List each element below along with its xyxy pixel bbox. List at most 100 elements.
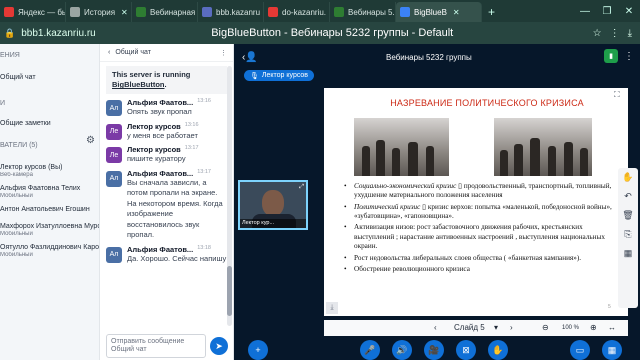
message-text: Вы сначала зависли, а потом пропали на э… <box>127 177 223 240</box>
close-tab-icon[interactable]: ✕ <box>121 8 128 17</box>
presentation-toggle-button[interactable]: ▭ <box>570 340 590 360</box>
chat-message: Ле Лектор курсов 13:17 пишите куратору <box>106 145 227 165</box>
browser-tab[interactable]: bbb.kazanru✕ <box>198 2 264 22</box>
avatar: Ле <box>106 147 122 164</box>
bullet-emphasis: Политический кризис <box>354 202 421 211</box>
message-time: 13:16 <box>197 98 211 105</box>
layout-icon: ▦ <box>607 344 617 355</box>
tab-label: Вебинары 5. <box>348 7 395 17</box>
minimize-icon[interactable]: — <box>574 0 596 22</box>
dropdown-icon[interactable]: ▾ <box>494 323 498 332</box>
url-field[interactable]: bbb1.kazanriu.ru <box>21 28 171 39</box>
actions-plus-button[interactable]: + <box>248 340 268 360</box>
chat-title: Общий чат <box>115 49 151 56</box>
message-time: 13:17 <box>184 145 199 152</box>
message-author: Альфия Фаатов... <box>127 244 194 254</box>
extensions-icon[interactable]: ⋮ <box>610 28 620 39</box>
scroll-thumb[interactable] <box>227 266 232 316</box>
chat-message-input[interactable]: Отправить сообщение Общий чат <box>106 334 206 358</box>
favicon-icon <box>136 7 146 17</box>
notes-header: И <box>0 100 6 107</box>
lock-icon[interactable]: 🔒 <box>4 28 15 39</box>
new-tab-button[interactable]: + <box>482 2 501 22</box>
maximize-icon[interactable]: ❐ <box>596 0 618 22</box>
layout-button[interactable]: ▦ <box>602 340 622 360</box>
chat-message: Ал Альфия Фаатов... 13:18 Да. Хорошо. Сейча… <box>106 245 227 265</box>
slide-bullet: • Рост недовольства либеральных слоев общ… <box>344 253 582 262</box>
message-author: Альфия Фаатов... <box>127 168 194 178</box>
connection-status-icon[interactable]: ▮ <box>604 49 618 63</box>
browser-tab[interactable]: История ✕ <box>66 2 132 22</box>
tab-label: Яндекс — бь <box>18 7 66 17</box>
audio-button[interactable]: 🔊 <box>392 340 412 360</box>
shared-notes-item[interactable]: Общие заметки <box>0 117 99 130</box>
zoom-out-icon[interactable]: ⊖ <box>542 323 549 332</box>
hand-icon: ✋ <box>492 344 504 355</box>
talking-indicator[interactable]: 🎙 Лектор курсов <box>244 70 315 81</box>
zoom-in-icon[interactable]: ⊕ <box>590 323 597 332</box>
screenshare-button[interactable]: ⊠ <box>456 340 476 360</box>
action-bar: + 🎤 🔊 🎥 ⊠ ✋ ▭ ▦ <box>234 336 640 360</box>
chat-header: ‹ Общий чат ⋮ <box>100 44 233 62</box>
address-bar: 🔒 bbb1.kazanriu.ru BigBlueButton - Вебин… <box>0 22 640 44</box>
avatar: Ал <box>106 100 122 117</box>
favicon-icon <box>334 7 344 17</box>
microphone-icon: 🎤 <box>364 344 376 355</box>
minimize-presentation-icon[interactable]: ⤓ <box>326 302 338 314</box>
message-author: Лектор курсов <box>127 145 181 155</box>
chart-icon[interactable]: ▦ <box>624 248 633 259</box>
options-menu-icon[interactable]: ⋮ <box>624 51 634 62</box>
back-icon[interactable]: ‹ <box>108 49 110 56</box>
message-time: 13:18 <box>197 244 211 251</box>
fullscreen-icon[interactable]: ⛶ <box>614 90 620 100</box>
chat-message: Ал Альфия Фаатов... 13:16 Опять звук пропал <box>106 98 227 118</box>
download-icon[interactable]: ⤓ <box>628 28 632 39</box>
user-list-toggle-icon[interactable]: ‹👤 <box>242 52 258 63</box>
message-text: пишите куратору <box>127 154 186 164</box>
browser-tab[interactable]: Вебинары 5.✕ <box>330 2 396 22</box>
favicon-icon <box>268 7 278 17</box>
mute-button[interactable]: 🎤 <box>360 340 380 360</box>
historical-photo-crowd <box>354 118 449 176</box>
browser-tab[interactable]: BigBlueB ✕ <box>396 2 482 22</box>
slide-selector[interactable]: Слайд 5 <box>454 323 485 332</box>
message-text: у меня все работает <box>127 130 198 140</box>
presentation-slide[interactable]: НАЗРЕВАНИЕ ПОЛИТИЧЕСКОГО КРИЗИСА ⛶ • Соци… <box>324 88 628 316</box>
user-status: Веб-камера <box>0 172 33 178</box>
webcam-video[interactable]: ⤢ Лектор кур... <box>238 180 308 230</box>
previous-slide-icon[interactable]: ‹ <box>434 323 437 332</box>
browser-tab[interactable]: do-kazanriu.✕ <box>264 2 330 22</box>
bigbluebutton-link[interactable]: BigBlueButton <box>112 80 165 89</box>
close-window-icon[interactable]: ✕ <box>618 0 640 22</box>
raise-hand-button[interactable]: ✋ <box>488 340 508 360</box>
favicon-icon <box>70 7 80 17</box>
headphones-icon: 🔊 <box>396 344 408 355</box>
presentation-area: ‹👤 Вебинары 5232 группы ▮ ⋮ 🎙 Лектор кур… <box>234 44 640 360</box>
fit-width-icon[interactable]: ↔ <box>608 323 616 332</box>
close-tab-icon[interactable]: ✕ <box>453 8 460 17</box>
bookmark-icon[interactable]: ☆ <box>593 28 602 39</box>
public-chat-item[interactable]: Общий чат <box>0 71 99 84</box>
tab-label: bbb.kazanru <box>216 7 261 17</box>
video-button[interactable]: 🎥 <box>424 340 444 360</box>
user-status: Мобильный <box>0 193 33 199</box>
expand-icon[interactable]: ⤢ <box>299 184 304 191</box>
microphone-icon: 🎙 <box>250 72 259 80</box>
delete-icon[interactable]: 🗑 <box>622 210 633 221</box>
browser-tab[interactable]: Вебинарная✕ <box>132 2 198 22</box>
more-options-icon[interactable]: ⋮ <box>220 49 227 57</box>
multi-user-icon[interactable]: ⎘ <box>624 229 631 240</box>
slide-navigation: ‹ Слайд 5 ▾ › ⊖ 100 % ⊕ ↔ <box>324 320 628 336</box>
chat-scrollbar[interactable] <box>227 66 232 326</box>
favicon-icon <box>4 7 14 17</box>
chat-message: Ал Альфия Фаатов... 13:17 Вы сначала зависл… <box>106 169 227 241</box>
browser-tab[interactable]: Яндекс — бь✕ <box>0 2 66 22</box>
plus-icon: + <box>255 345 261 355</box>
favicon-icon <box>202 7 212 17</box>
undo-icon[interactable]: ↶ <box>624 191 632 202</box>
next-slide-icon[interactable]: › <box>510 323 513 332</box>
gear-icon[interactable]: ⚙ <box>86 135 95 146</box>
send-button[interactable]: ➤ <box>210 337 228 355</box>
hand-tool-icon[interactable]: ✋ <box>622 172 633 183</box>
user-list-panel: ЕНИЯ Общий чат И Общие заметки ВАТЕЛИ (5… <box>0 44 100 360</box>
